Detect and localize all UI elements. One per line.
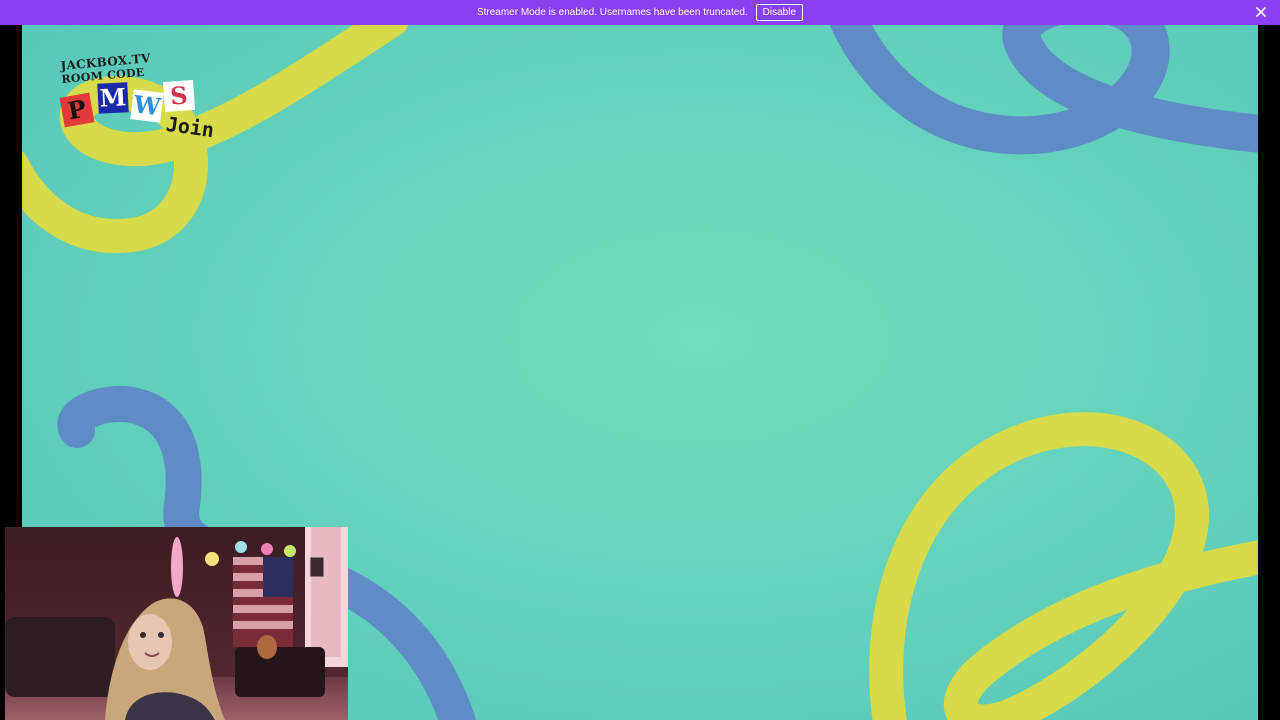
room-code-panel: JACKBOX.TV ROOM CODE P M W S Join — [58, 51, 238, 151]
room-code-letter: S — [162, 79, 196, 113]
webcam-scene — [5, 527, 348, 720]
room-code-letter: M — [97, 82, 129, 114]
room-code-letter: W — [130, 89, 164, 123]
streamer-mode-message: Streamer Mode is enabled. Usernames have… — [476, 7, 748, 18]
room-code-letter: P — [59, 92, 95, 128]
disable-streamer-mode-button[interactable]: Disable — [755, 4, 804, 21]
webcam-feed — [5, 527, 348, 720]
close-icon[interactable] — [1254, 5, 1268, 19]
join-label: Join — [164, 111, 216, 143]
streamer-mode-banner: Streamer Mode is enabled. Usernames have… — [0, 0, 1280, 25]
